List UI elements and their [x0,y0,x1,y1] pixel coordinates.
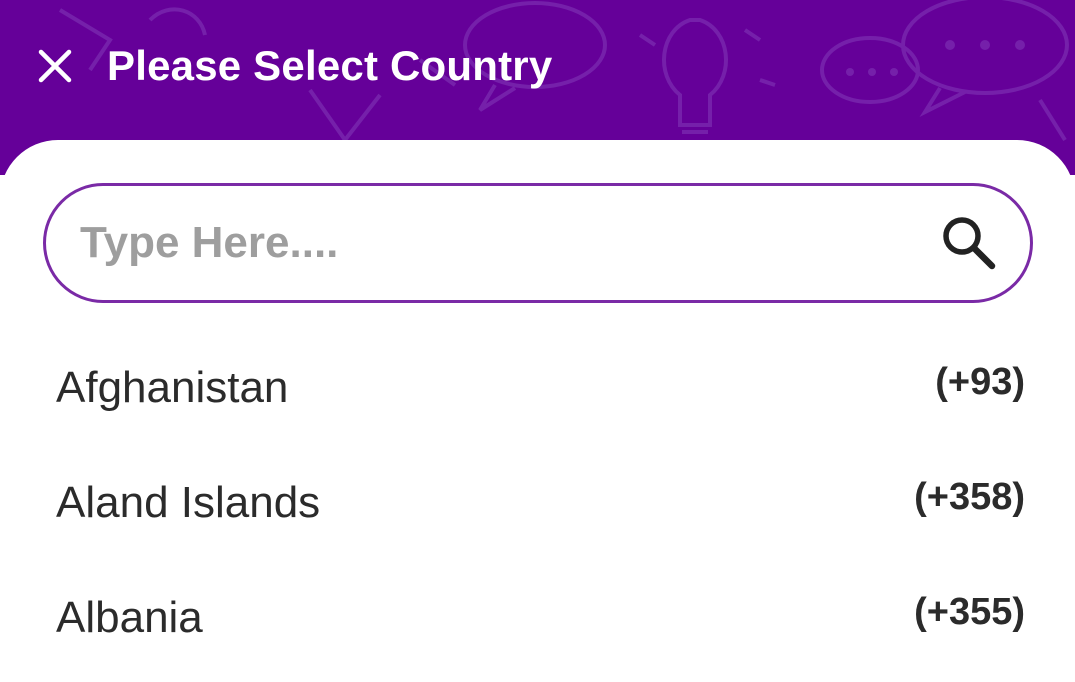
country-name: Afghanistan [56,363,289,412]
country-name: Albania [56,593,203,642]
country-sheet: Afghanistan (+93) Aland Islands (+358) A… [0,140,1075,682]
list-item-albania[interactable]: Albania (+355) [0,560,1075,675]
country-dial-code: (+355) [914,591,1025,633]
search-icon[interactable] [938,212,1000,274]
country-dial-code: (+93) [935,361,1025,403]
country-picker-screen: Please Select Country Afghanistan (+93) … [0,0,1075,682]
country-list: Afghanistan (+93) Aland Islands (+358) A… [0,330,1075,675]
app-bar: Please Select Country [0,0,1075,132]
close-icon [38,49,72,83]
list-item-aland-islands[interactable]: Aland Islands (+358) [0,445,1075,560]
country-name: Aland Islands [56,478,321,527]
list-item-afghanistan[interactable]: Afghanistan (+93) [0,330,1075,445]
search-box[interactable] [43,183,1033,303]
search-input[interactable] [78,202,938,284]
page-title: Please Select Country [107,42,553,89]
country-dial-code: (+358) [914,476,1025,518]
close-button[interactable] [25,36,85,96]
